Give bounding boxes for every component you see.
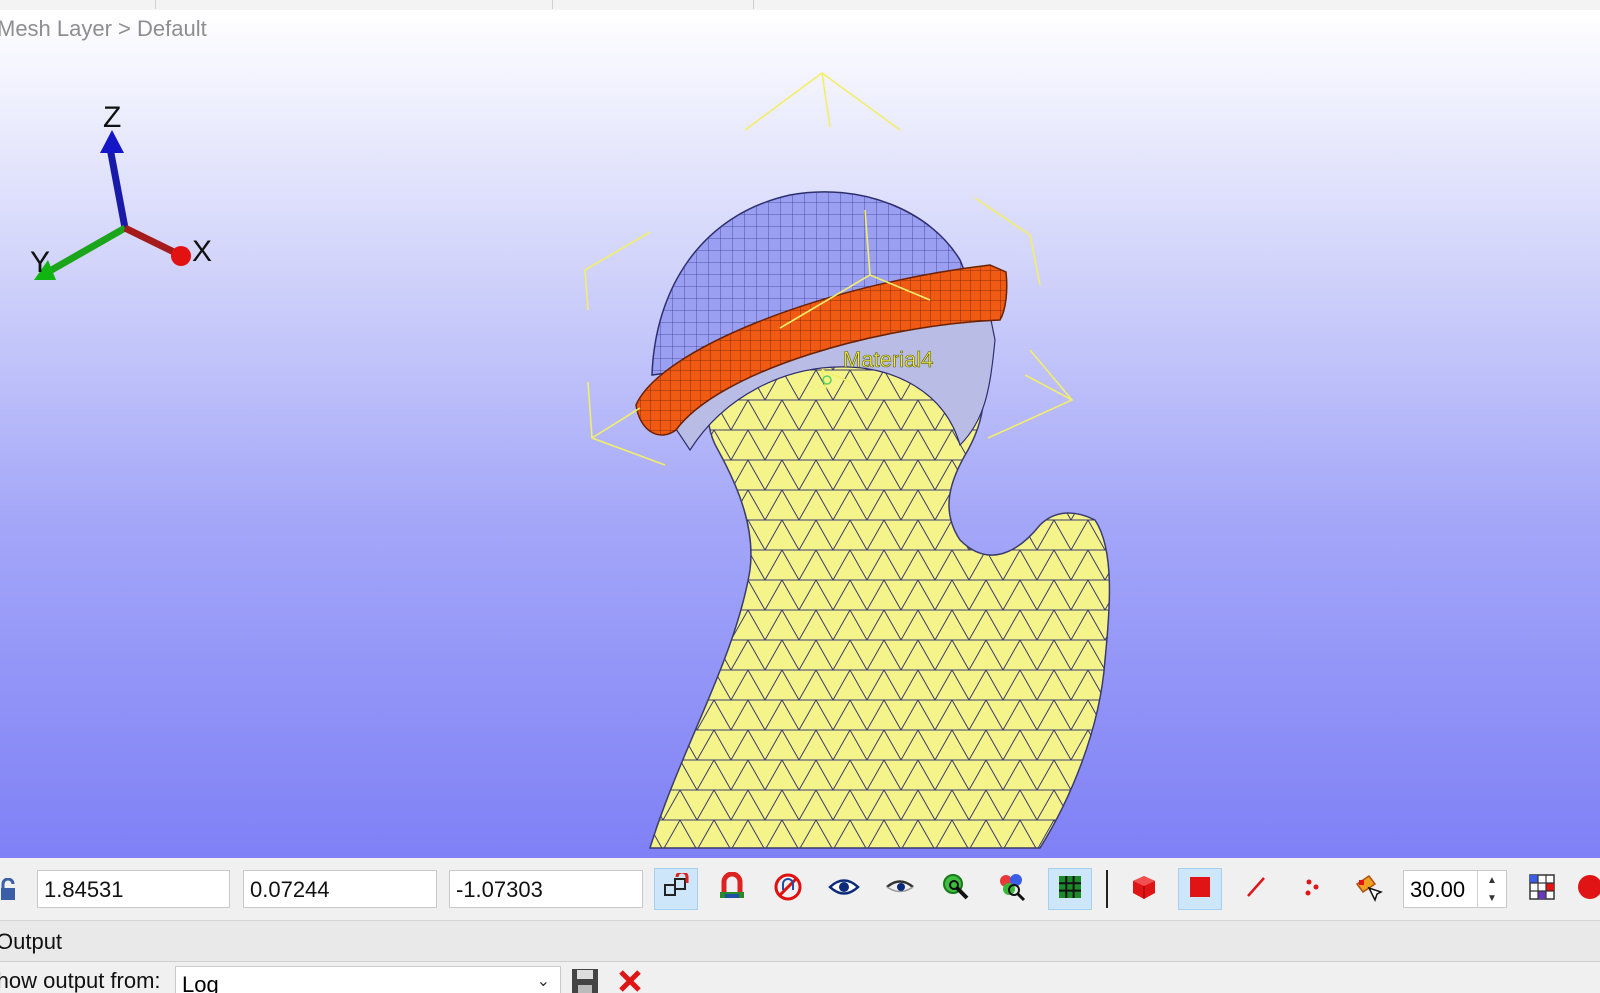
coord-z-field[interactable]: -1.07303 [449,870,643,908]
axis-label-x: X [192,235,212,268]
axis-label-y: Y [30,246,50,279]
solid-view-button[interactable] [1122,868,1166,910]
output-title: Output [0,929,63,954]
scene-render[interactable]: Material4 Z Y X [0,10,1600,858]
vertex-select-button[interactable] [1290,868,1334,910]
angle-value: 30.00 [1410,877,1466,902]
snap-grid-button[interactable] [654,868,698,910]
grid-icon [1057,874,1083,905]
solid-cube-icon [1130,873,1158,906]
magnet-button[interactable] [710,868,754,910]
output-panel-header: Output [0,921,1600,962]
zoom-button[interactable] [934,868,978,910]
tab-segment[interactable] [553,0,754,9]
chevron-down-icon: ▼ [1487,892,1497,904]
eye-half-icon [885,876,915,903]
record-icon [1576,873,1600,906]
coord-x-field[interactable]: 1.84531 [37,870,230,908]
face-select-button[interactable] [1178,868,1222,910]
no-snap-button[interactable] [766,868,810,910]
zoom-objects-icon [997,872,1027,907]
record-button[interactable] [1576,868,1600,910]
grid-toggle-button[interactable] [1048,868,1092,910]
coordinate-toolbar: 1.84531 0.07244 -1.07303 30.00 ▲ ▼ [0,858,1600,921]
lock-icon[interactable] [0,877,18,907]
no-snap-icon [773,872,803,907]
tab-segment[interactable] [156,0,553,9]
hide-button[interactable] [878,868,922,910]
spin-down-button[interactable]: ▼ [1478,889,1506,907]
output-source-value: Log [182,972,219,993]
clear-icon[interactable] [617,968,643,993]
chevron-down-icon: ⌄ [536,973,550,990]
angle-spinbox[interactable]: 30.00 ▲ ▼ [1403,870,1507,908]
edge-select-icon [1243,874,1269,905]
paint-select-icon [1353,872,1383,907]
vertex-select-icon [1299,874,1325,905]
save-icon[interactable] [570,967,600,993]
toolbar-separator [1106,870,1108,908]
output-source-select[interactable]: Log ⌄ [175,966,561,993]
output-source-row: Show output from: Log ⌄ [0,962,1600,993]
paint-select-button[interactable] [1346,868,1390,910]
zoom-objects-button[interactable] [990,868,1034,910]
zoom-icon [941,872,971,907]
tab-segment[interactable] [0,0,156,9]
magnet-icon [717,871,747,907]
edge-select-button[interactable] [1234,868,1278,910]
3d-viewport[interactable]: Mesh Layer > Default Material4 Z Y X [0,10,1600,858]
color-grid-button[interactable] [1520,868,1564,910]
axis-gizmo: Z Y X [30,101,212,280]
axis-label-z: Z [103,101,121,134]
object-label: Material4 [843,347,933,372]
snap-grid-icon [662,870,690,906]
chevron-up-icon: ▲ [1487,874,1497,886]
show-output-label: Show output from: [0,968,161,993]
coord-y-field[interactable]: 0.07244 [243,870,437,908]
eye-icon [828,876,860,903]
show-button[interactable] [822,868,866,910]
face-select-icon [1188,875,1212,904]
color-grid-icon [1528,873,1556,906]
spin-up-button[interactable]: ▲ [1478,871,1506,889]
